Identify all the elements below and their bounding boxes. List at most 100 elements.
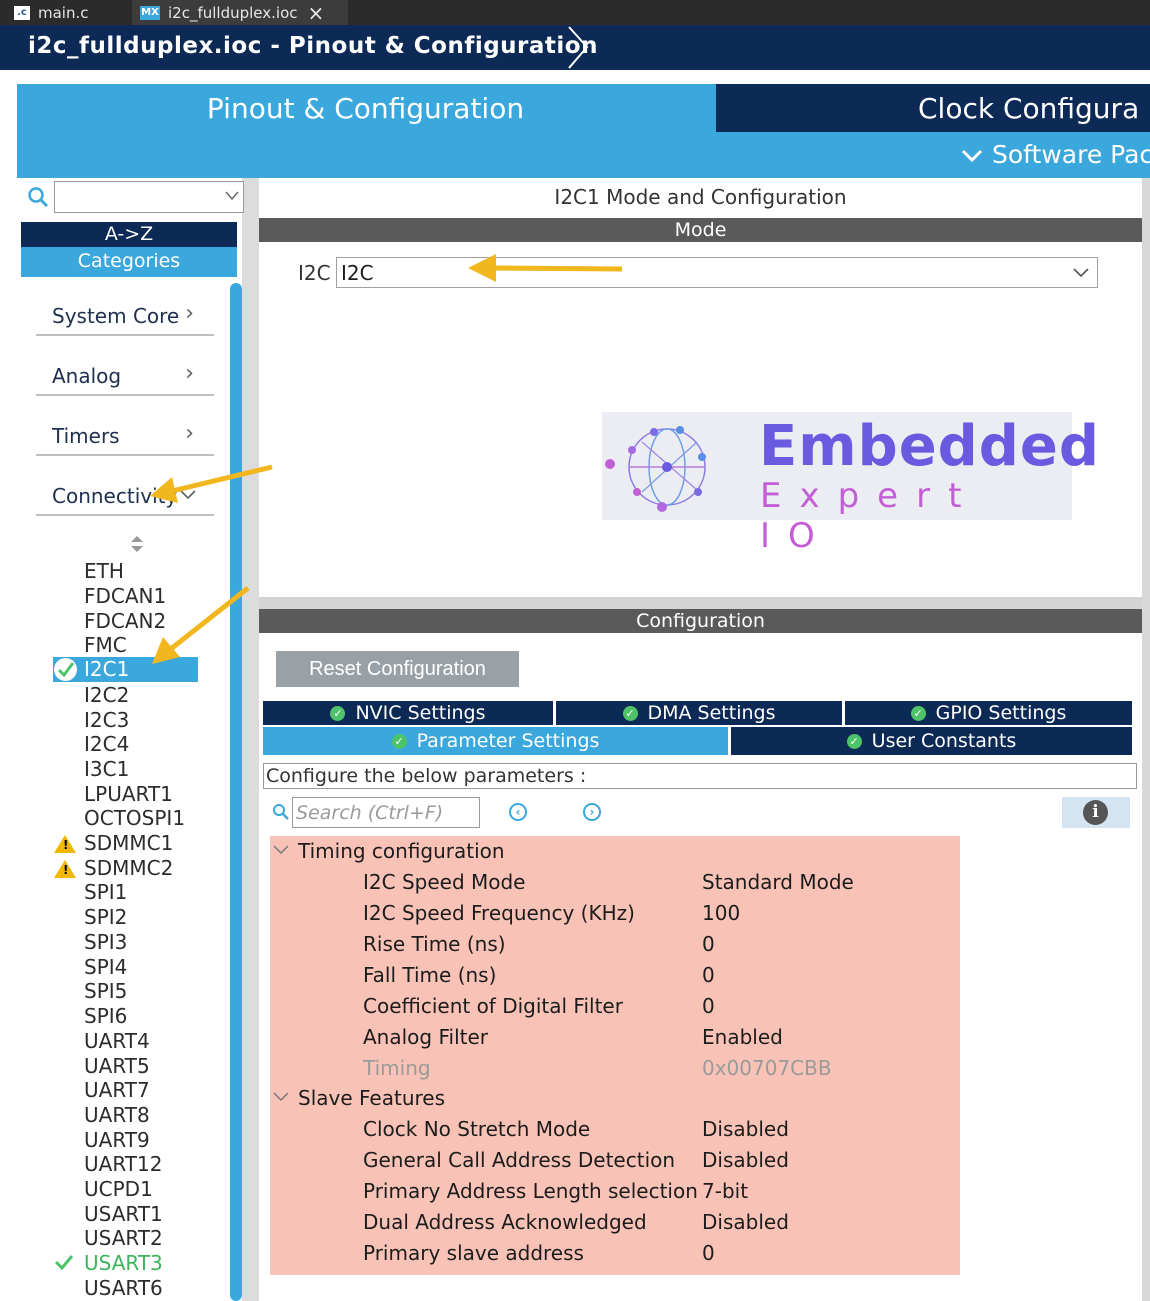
next-match-icon[interactable]: › <box>583 803 601 821</box>
configure-hint: Configure the below parameters : <box>263 763 1137 789</box>
previous-match-icon[interactable]: ‹ <box>509 803 527 821</box>
chevron-right-icon: › <box>185 361 194 386</box>
peripheral-fdcan1[interactable]: FDCAN1 <box>84 584 166 608</box>
peripheral-spi2[interactable]: SPI2 <box>84 905 127 929</box>
param-value[interactable]: 0 <box>702 932 715 956</box>
peripheral-spi4[interactable]: SPI4 <box>84 955 127 979</box>
param-value[interactable]: 0 <box>702 1241 715 1265</box>
peripheral-i2c1-selected[interactable]: I2C1 <box>53 657 198 682</box>
close-tab-icon[interactable]: × <box>308 1 325 25</box>
peripheral-sdmmc1[interactable]: SDMMC1 <box>84 831 173 855</box>
i2c-mode-select[interactable]: I2C <box>336 257 1098 288</box>
param-value[interactable]: Standard Mode <box>702 870 854 894</box>
peripheral-usart6[interactable]: USART6 <box>84 1276 163 1300</box>
param-analog-filter: Analog Filter <box>363 1025 488 1049</box>
sidebar-search-input[interactable] <box>54 181 244 213</box>
param-fall-time: Fall Time (ns) <box>363 963 497 987</box>
categories-button[interactable]: Categories <box>21 247 237 277</box>
tab-pinout-configuration[interactable]: Pinout & Configuration <box>17 84 714 132</box>
i2c-mode-label: I2C <box>298 261 331 285</box>
check-circle-icon: ✓ <box>330 705 346 721</box>
peripheral-spi6[interactable]: SPI6 <box>84 1004 127 1028</box>
peripheral-octospi1[interactable]: OCTOSPI1 <box>84 806 185 830</box>
param-value[interactable]: Enabled <box>702 1025 783 1049</box>
tab-parameter-settings[interactable]: ✓ Parameter Settings <box>263 727 728 755</box>
param-value[interactable]: 7-bit <box>702 1179 748 1203</box>
chevron-down-icon[interactable] <box>273 845 289 855</box>
peripheral-fdcan2[interactable]: FDCAN2 <box>84 609 166 633</box>
peripheral-uart4[interactable]: UART4 <box>84 1029 150 1053</box>
peripheral-fmc[interactable]: FMC <box>84 633 127 657</box>
param-value[interactable]: Disabled <box>702 1210 789 1234</box>
sidebar-splitter[interactable] <box>242 178 259 1301</box>
peripheral-uart7[interactable]: UART7 <box>84 1078 150 1102</box>
info-icon: i <box>1083 800 1108 825</box>
category-analog[interactable]: Analog › <box>36 358 214 396</box>
peripheral-sdmmc2[interactable]: SDMMC2 <box>84 856 173 880</box>
configuration-section-header: Configuration <box>259 609 1142 633</box>
software-packs-menu[interactable]: Software Pac <box>960 140 1150 169</box>
info-button[interactable]: i <box>1062 797 1130 828</box>
param-value[interactable]: 0 <box>702 963 715 987</box>
peripheral-uart5[interactable]: UART5 <box>84 1054 150 1078</box>
mode-panel-title: I2C1 Mode and Configuration <box>554 185 847 209</box>
chevron-down-icon <box>1073 268 1089 278</box>
category-timers[interactable]: Timers › <box>36 418 214 456</box>
param-value[interactable]: 0 <box>702 994 715 1018</box>
parameter-search-input[interactable]: Search (Ctrl+F) <box>292 797 480 828</box>
param-digital-filter: Coefficient of Digital Filter <box>363 994 623 1018</box>
reset-configuration-button[interactable]: Reset Configuration <box>276 651 519 687</box>
logo-text-embedded: Embedded <box>759 414 1100 479</box>
param-value[interactable]: Disabled <box>702 1117 789 1141</box>
group-slave-features[interactable]: Slave Features <box>298 1086 445 1110</box>
editor-tab-bar: .c main.c MX i2c_fullduplex.ioc × <box>0 0 1150 25</box>
param-value[interactable]: 100 <box>702 901 740 925</box>
mx-file-icon: MX <box>140 5 160 20</box>
c-file-icon: .c <box>14 5 30 20</box>
tab-user-constants[interactable]: ✓ User Constants <box>731 727 1132 755</box>
warning-icon <box>54 835 76 853</box>
param-value[interactable]: Disabled <box>702 1148 789 1172</box>
peripheral-spi5[interactable]: SPI5 <box>84 979 127 1003</box>
peripheral-i2c3[interactable]: I2C3 <box>84 708 129 732</box>
check-icon <box>54 1255 74 1270</box>
peripheral-ucpd1[interactable]: UCPD1 <box>84 1177 153 1201</box>
peripheral-spi3[interactable]: SPI3 <box>84 930 127 954</box>
group-timing-configuration[interactable]: Timing configuration <box>298 839 505 863</box>
peripheral-usart2[interactable]: USART2 <box>84 1226 163 1250</box>
logo-text-expert-io: Expert IO <box>760 476 980 556</box>
category-connectivity[interactable]: Connectivity <box>36 478 214 516</box>
peripheral-eth[interactable]: ETH <box>84 559 124 583</box>
peripheral-uart8[interactable]: UART8 <box>84 1103 150 1127</box>
param-rise-time: Rise Time (ns) <box>363 932 506 956</box>
sort-toggle-icon[interactable] <box>130 535 144 553</box>
check-circle-icon: ✓ <box>622 705 638 721</box>
peripheral-spi1[interactable]: SPI1 <box>84 880 127 904</box>
peripheral-i2c4[interactable]: I2C4 <box>84 732 129 756</box>
sort-az-button[interactable]: A->Z <box>21 222 237 247</box>
peripheral-lpuart1[interactable]: LPUART1 <box>84 782 173 806</box>
peripheral-usart1[interactable]: USART1 <box>84 1202 163 1226</box>
tab-clock-configuration[interactable]: Clock Configura <box>716 84 1150 132</box>
category-system-core[interactable]: System Core › <box>36 298 214 336</box>
param-address-length: Primary Address Length selection <box>363 1179 698 1203</box>
chevron-down-icon[interactable] <box>273 1092 289 1102</box>
breadcrumb: i2c_fullduplex.ioc - Pinout & Configurat… <box>0 25 1150 70</box>
peripheral-i2c2[interactable]: I2C2 <box>84 683 129 707</box>
editor-tab-ioc[interactable]: MX i2c_fullduplex.ioc × <box>132 0 348 25</box>
sidebar-scrollbar[interactable] <box>230 283 242 1301</box>
param-general-call: General Call Address Detection <box>363 1148 676 1172</box>
warning-icon <box>54 860 76 878</box>
panel-splitter[interactable] <box>259 597 1142 609</box>
tab-dma-settings[interactable]: ✓ DMA Settings <box>556 701 842 725</box>
peripheral-usart3[interactable]: USART3 <box>84 1251 163 1275</box>
param-i2c-speed-mode: I2C Speed Mode <box>363 870 526 894</box>
peripheral-uart9[interactable]: UART9 <box>84 1128 150 1152</box>
tab-nvic-settings[interactable]: ✓ NVIC Settings <box>263 701 553 725</box>
network-globe-icon <box>605 426 706 512</box>
editor-tab-main-c[interactable]: .c main.c <box>14 0 89 25</box>
peripheral-uart12[interactable]: UART12 <box>84 1152 162 1176</box>
peripheral-i3c1[interactable]: I3C1 <box>84 757 129 781</box>
tab-gpio-settings[interactable]: ✓ GPIO Settings <box>845 701 1132 725</box>
check-circle-icon: ✓ <box>846 733 862 749</box>
